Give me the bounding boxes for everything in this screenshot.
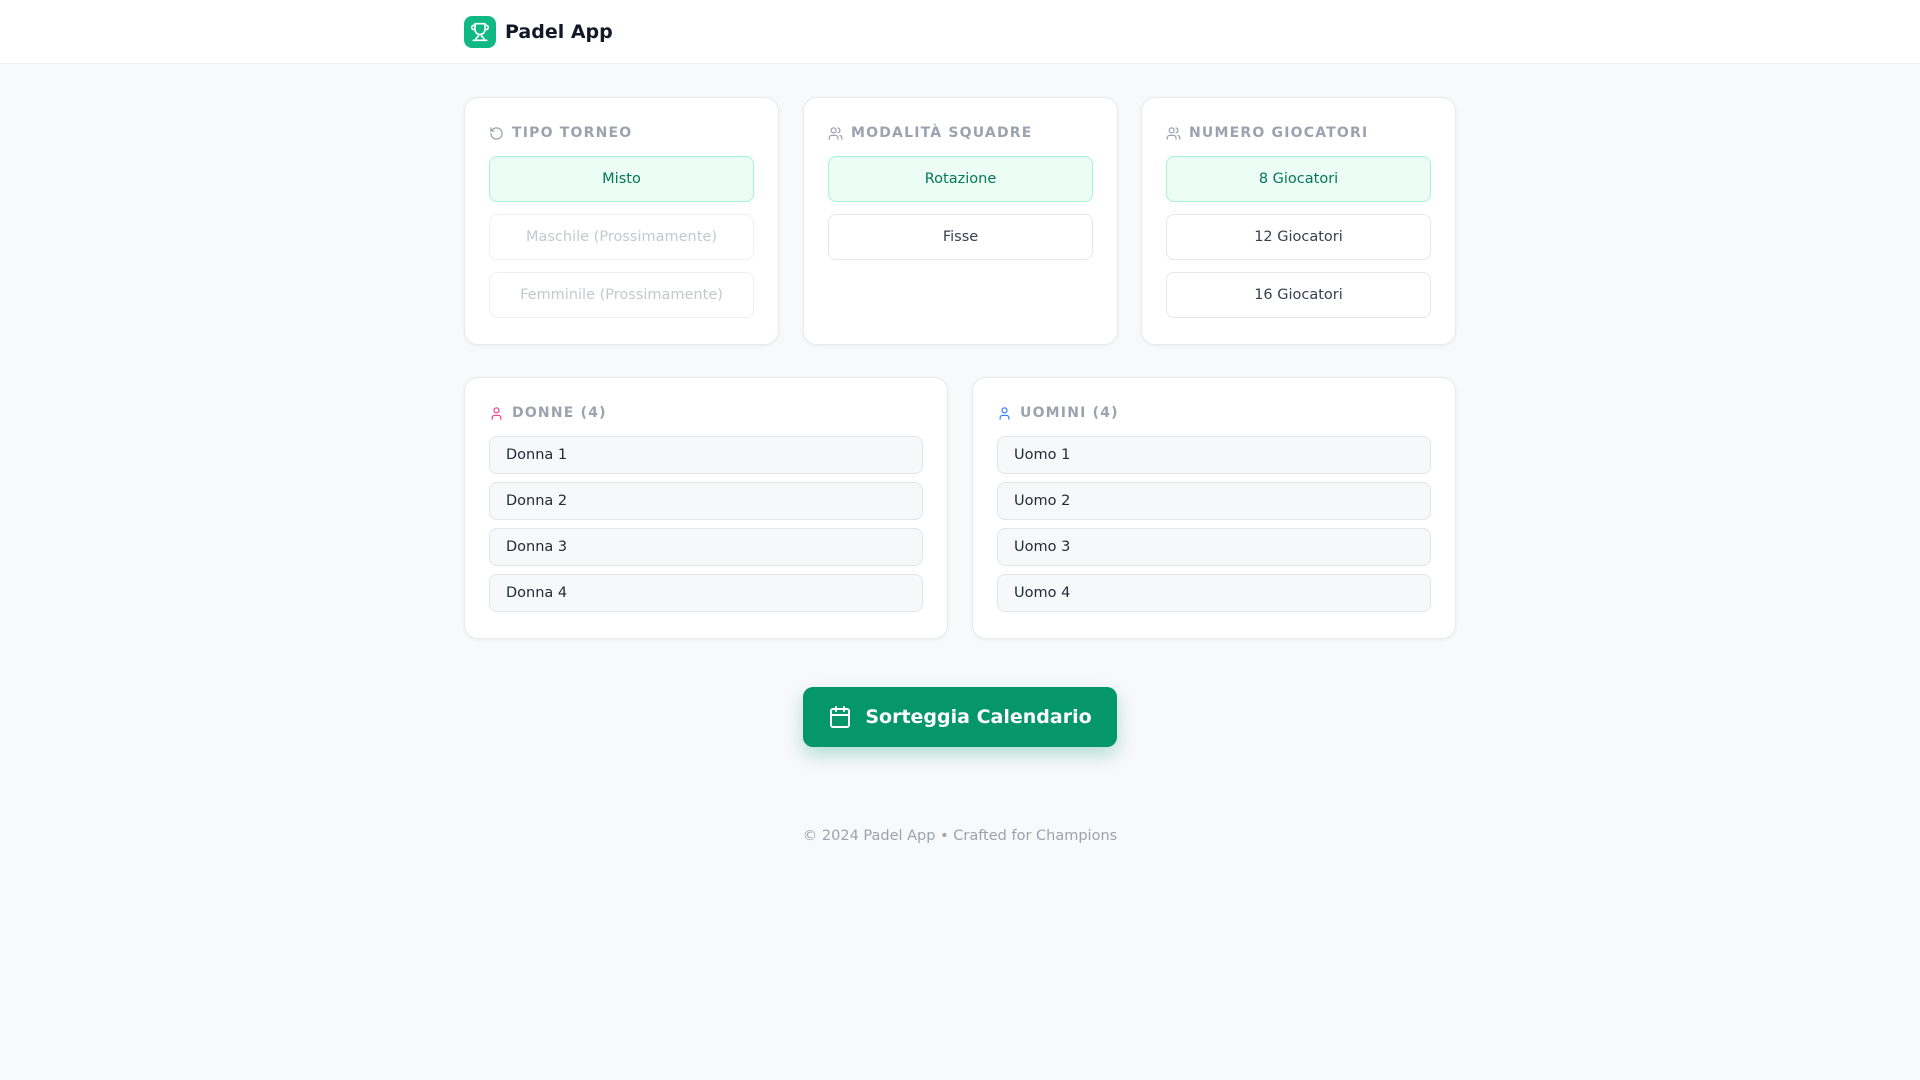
top-bar: Padel App [0,0,1920,64]
draw-calendar-label: Sorteggia Calendario [865,706,1092,728]
option-misto[interactable]: Misto [489,156,754,202]
option-rotazione[interactable]: Rotazione [828,156,1093,202]
option-fisse[interactable]: Fisse [828,214,1093,260]
player-input[interactable]: Uomo 1 [997,436,1431,474]
tournament-type-title: TIPO TORNEO [489,124,754,142]
app-name: Padel App [505,21,613,43]
men-card: UOMINI (4) Uomo 1 Uomo 2 Uomo 3 Uomo 4 [972,377,1456,639]
player-count-card: NUMERO GIOCATORI 8 Giocatori 12 Giocator… [1141,97,1456,345]
footer-text: © 2024 Padel App • Crafted for Champions [802,828,1118,844]
calendar-icon [830,706,851,728]
player-input[interactable]: Donna 2 [489,482,923,520]
brand[interactable]: Padel App [464,16,613,48]
user-icon [491,406,502,420]
player-input[interactable]: Donna 3 [489,528,923,566]
team-mode-title: MODALITÀ SQUADRE [828,124,1093,142]
player-count-title: NUMERO GIOCATORI [1166,124,1431,142]
player-input[interactable]: Uomo 2 [997,482,1431,520]
draw-calendar-button[interactable]: Sorteggia Calendario [803,687,1117,747]
player-input[interactable]: Donna 4 [489,574,923,612]
tournament-type-card: TIPO TORNEO Misto Maschile (Prossimament… [464,97,779,345]
option-16-players[interactable]: 16 Giocatori [1166,272,1431,318]
option-8-players[interactable]: 8 Giocatori [1166,156,1431,202]
player-input[interactable]: Uomo 3 [997,528,1431,566]
team-mode-card: MODALITÀ SQUADRE Rotazione Fisse [803,97,1118,345]
users-icon [828,126,843,140]
option-maschile[interactable]: Maschile (Prossimamente) [489,214,754,260]
users-icon [1166,126,1181,140]
option-femminile[interactable]: Femminile (Prossimamente) [489,272,754,318]
women-card: DONNE (4) Donna 1 Donna 2 Donna 3 Donna … [464,377,948,639]
option-12-players[interactable]: 12 Giocatori [1166,214,1431,260]
women-title: DONNE (4) [489,404,923,422]
user-icon [999,406,1010,420]
trophy-icon [464,16,496,48]
player-input[interactable]: Donna 1 [489,436,923,474]
player-input[interactable]: Uomo 4 [997,574,1431,612]
rotate-ccw-icon [490,126,503,140]
men-title: UOMINI (4) [997,404,1431,422]
